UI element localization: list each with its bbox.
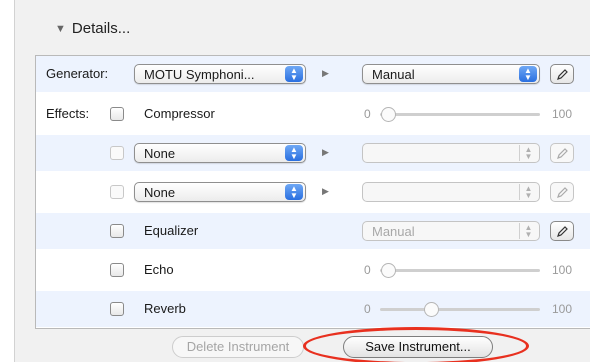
echo-min: 0 [364,263,371,277]
echo-slider[interactable] [380,262,540,278]
echo-slider-knob[interactable] [381,263,396,278]
effect-slot-1-row: None ▲ ▼ ▶ ▲ ▼ [36,135,590,171]
generator-mode-popup[interactable]: Manual ▲ ▼ [362,64,540,84]
pencil-icon [557,148,568,159]
effect-slot-2-popup[interactable]: None ▲ ▼ [134,182,306,202]
popup-arrows-icon: ▲ ▼ [285,66,303,82]
disclosure-triangle-down-icon: ▼ [55,22,66,35]
popup-arrows-icon: ▲ ▼ [519,66,537,82]
popup-arrows-icon: ▲ ▼ [285,184,303,200]
generator-instrument-popup[interactable]: MOTU Symphoni... ▲ ▼ [134,64,306,84]
popup-arrows-icon: ▲ ▼ [285,145,303,161]
generator-instrument-value: MOTU Symphoni... [144,67,255,82]
delete-instrument-button[interactable]: Delete Instrument [172,336,304,358]
details-panel: ▼ Details... Generator: MOTU Symphoni...… [14,0,590,362]
effect-slot-2-preset-popup[interactable]: ▲ ▼ [362,182,540,202]
reverb-label: Reverb [144,301,186,316]
effect-slot-2-checkbox[interactable] [110,185,124,199]
compressor-min: 0 [364,107,371,121]
effects-label: Effects: [46,106,90,121]
generator-label: Generator: [46,66,109,81]
details-disclosure[interactable]: ▼ Details... [55,20,130,37]
compressor-label: Compressor [144,106,215,121]
popup-arrows-icon: ▲ ▼ [519,223,537,239]
echo-row: Echo 0 100 [36,252,590,288]
effect-slot-1-preset-popup[interactable]: ▲ ▼ [362,143,540,163]
popup-arrows-icon: ▲ ▼ [519,145,537,161]
compressor-checkbox[interactable] [110,107,124,121]
effect-slot-1-edit-button[interactable] [550,143,574,163]
compressor-slider-knob[interactable] [381,107,396,122]
effect-slot-2-value: None [144,185,176,200]
reverb-slider-knob[interactable] [424,302,440,317]
generator-edit-button[interactable] [550,64,574,84]
compressor-slider[interactable] [380,106,540,122]
equalizer-edit-button[interactable] [550,221,574,241]
reverb-checkbox[interactable] [110,302,124,316]
echo-max: 100 [552,263,573,277]
play-triangle-icon: ▶ [322,147,329,157]
instrument-settings-box: Generator: MOTU Symphoni... ▲ ▼ ▶ Manual … [35,55,590,329]
effect-slot-1-checkbox[interactable] [110,146,124,160]
pencil-icon [557,226,568,237]
equalizer-mode-popup[interactable]: Manual ▲ ▼ [362,221,540,241]
pencil-icon [557,69,568,80]
pencil-icon [557,187,568,198]
compressor-row: Effects: Compressor 0 100 [36,96,590,132]
save-instrument-button[interactable]: Save Instrument... [343,336,493,358]
equalizer-label: Equalizer [144,223,199,238]
effect-slot-2-edit-button[interactable] [550,182,574,202]
compressor-max: 100 [552,107,573,121]
reverb-max: 100 [552,302,573,316]
details-label: Details... [71,20,131,37]
echo-label: Echo [144,262,174,277]
echo-checkbox[interactable] [110,263,124,277]
effect-slot-2-row: None ▲ ▼ ▶ ▲ ▼ [36,174,590,210]
reverb-row: Reverb 0 100 [36,291,590,327]
reverb-slider[interactable] [380,301,540,317]
equalizer-row: Equalizer Manual ▲ ▼ [36,213,590,249]
generator-row: Generator: MOTU Symphoni... ▲ ▼ ▶ Manual … [36,56,590,92]
effect-slot-1-value: None [144,146,176,161]
play-triangle-icon: ▶ [322,68,329,78]
play-triangle-icon: ▶ [322,186,329,196]
equalizer-mode-value: Manual [372,224,415,239]
popup-arrows-icon: ▲ ▼ [519,184,537,200]
effect-slot-1-popup[interactable]: None ▲ ▼ [134,143,306,163]
equalizer-checkbox[interactable] [110,224,124,238]
reverb-min: 0 [364,302,371,316]
generator-mode-value: Manual [372,67,415,82]
